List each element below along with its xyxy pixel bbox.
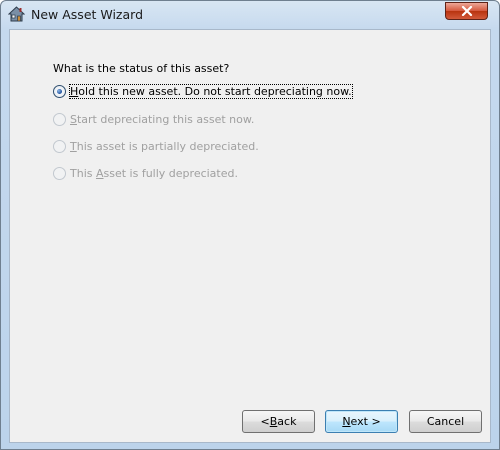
back-button[interactable]: < Back — [242, 410, 315, 433]
title-bar[interactable]: New Asset Wizard — [1, 1, 499, 29]
option-hold-asset-label[interactable]: Hold this new asset. Do not start deprec… — [69, 83, 353, 99]
house-asset-icon — [8, 6, 25, 22]
radio-button-disabled — [53, 139, 66, 153]
option-fully-depreciated-label: This Asset is fully depreciated. — [70, 167, 238, 180]
wizard-window: New Asset Wizard What is the status of t… — [0, 0, 500, 450]
label-suffix: sset is fully depreciated. — [103, 166, 238, 180]
option-start-depreciating: Start depreciating this asset now. — [53, 111, 254, 127]
status-question: What is the status of this asset? — [53, 62, 230, 75]
wizard-body: What is the status of this asset? Hold t… — [9, 29, 491, 443]
option-hold-asset[interactable]: Hold this new asset. Do not start deprec… — [53, 83, 353, 99]
label-suffix: ext > — [350, 415, 381, 428]
option-start-depreciating-label: Start depreciating this asset now. — [70, 113, 254, 126]
accelerator-key: A — [95, 166, 104, 180]
accelerator-key: B — [269, 415, 278, 428]
option-fully-depreciated: This Asset is fully depreciated. — [53, 165, 238, 181]
window-title: New Asset Wizard — [31, 7, 144, 22]
label-prefix: This — [70, 166, 96, 180]
label-suffix: his asset is partially depreciated. — [76, 139, 259, 153]
option-partially-depreciated-label: This asset is partially depreciated. — [70, 140, 259, 153]
label-suffix: tart depreciating this asset now. — [76, 112, 255, 126]
label-suffix: ack — [277, 415, 297, 428]
radio-button-disabled — [53, 166, 66, 180]
close-button[interactable] — [445, 2, 488, 20]
cancel-button[interactable]: Cancel — [409, 410, 482, 433]
next-button[interactable]: Next > — [325, 410, 398, 433]
accelerator-key: S — [70, 112, 77, 126]
label-prefix: < — [260, 415, 270, 428]
accelerator-key: N — [342, 415, 351, 428]
option-partially-depreciated: This asset is partially depreciated. — [53, 138, 259, 154]
radio-button-disabled — [53, 112, 66, 126]
accelerator-key: T — [70, 139, 77, 153]
label-suffix: old this new asset. Do not start depreci… — [78, 84, 352, 98]
radio-button-selected[interactable] — [53, 84, 66, 98]
close-icon — [461, 6, 472, 16]
radio-dot — [57, 88, 62, 94]
